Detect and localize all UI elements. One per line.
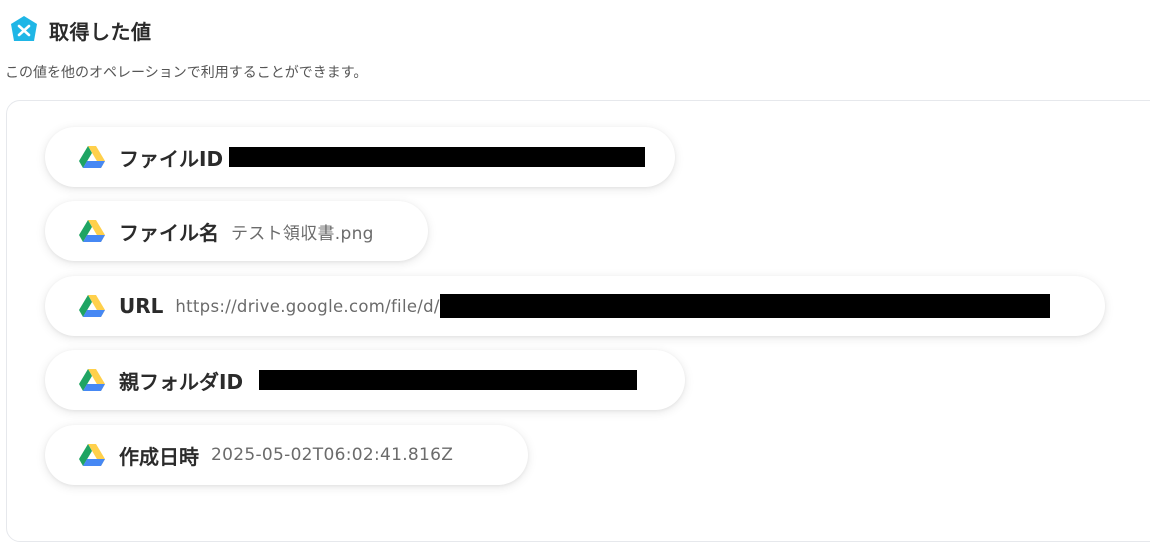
field-value: テスト領収書.png [231,223,374,244]
field-value: https://drive.google.com/file/d/ [175,296,440,316]
field-label: ファイルID [119,146,224,171]
google-drive-icon [79,444,105,466]
field-parent-folder-id[interactable]: 親フォルダID [45,350,685,410]
google-drive-icon [79,146,105,168]
google-drive-icon [79,295,105,317]
page-title: 取得した値 [49,19,152,44]
field-label: 親フォルダID [119,369,244,394]
field-label: ファイル名 [119,220,219,245]
google-drive-icon [79,220,105,242]
field-value: 2025-05-02T06:02:41.816Z [211,445,454,465]
field-url[interactable]: URL https://drive.google.com/file/d/ [45,276,1105,336]
description-text: この値を他のオペレーションで利用することができます。 [5,65,368,81]
field-label: URL [119,294,164,318]
field-file-id[interactable]: ファイルID [45,127,675,187]
redacted-value [229,147,646,167]
redacted-value [259,370,638,390]
field-created-time[interactable]: 作成日時 2025-05-02T06:02:41.816Z [45,425,528,485]
field-label: 作成日時 [119,444,199,469]
yoom-logo-icon [11,16,37,41]
google-drive-icon [79,369,105,391]
field-file-name[interactable]: ファイル名 テスト領収書.png [45,201,428,261]
redacted-value [439,294,1050,318]
header: 取得した値 [9,14,152,46]
